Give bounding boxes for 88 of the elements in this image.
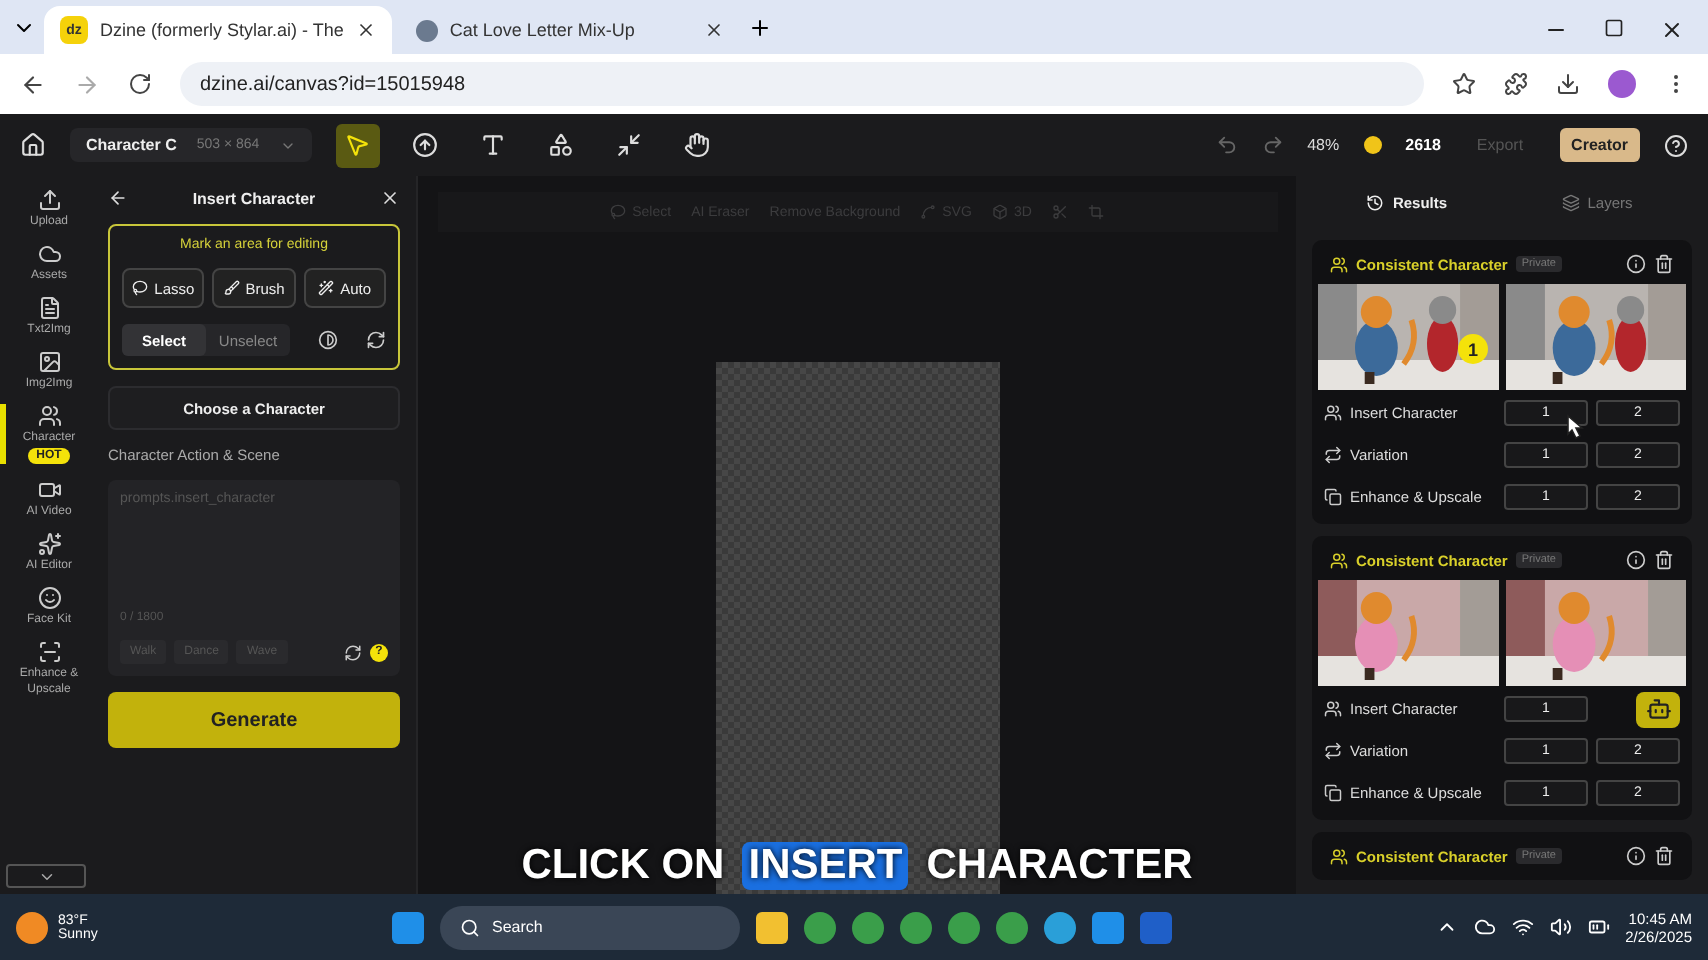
reset-icon[interactable]: [366, 330, 386, 350]
scan-icon: [37, 640, 61, 664]
globe-icon: [415, 19, 438, 41]
pointer-tool[interactable]: [335, 123, 380, 167]
people-icon: [1330, 255, 1348, 273]
text-icon: [480, 132, 507, 158]
info-icon[interactable]: [1626, 254, 1646, 274]
shrink-icon: [616, 132, 643, 158]
upload-icon: [37, 188, 61, 212]
brush-icon: [223, 280, 240, 296]
wand-icon: [318, 280, 335, 296]
info-icon[interactable]: [1626, 550, 1646, 570]
refresh-icon[interactable]: [344, 643, 362, 661]
layers-icon: [1561, 193, 1580, 211]
browser-icon[interactable]: [852, 911, 884, 943]
chat-icon[interactable]: [1636, 691, 1680, 727]
maximize-icon[interactable]: [1604, 18, 1624, 38]
people-icon: [1330, 847, 1348, 865]
start-icon[interactable]: [392, 911, 424, 943]
browser-icon[interactable]: [804, 911, 836, 943]
search-icon: [460, 917, 480, 937]
reload-icon[interactable]: [128, 72, 152, 96]
trash-icon[interactable]: [1654, 846, 1674, 866]
browser-icon[interactable]: [996, 911, 1028, 943]
caption-word: INSERT: [742, 842, 909, 890]
wifi-icon[interactable]: [1511, 916, 1534, 938]
hand-icon: [684, 132, 711, 158]
history-icon: [1366, 193, 1385, 211]
new-tab-icon[interactable]: [747, 15, 772, 39]
back-icon[interactable]: [108, 188, 128, 208]
coin-icon: [1363, 136, 1382, 154]
address-bar[interactable]: dzine.ai/canvas?id=15015948: [180, 62, 1424, 106]
puzzle-icon[interactable]: [1504, 72, 1528, 96]
lasso-icon: [132, 280, 149, 296]
caption-word: CHARACTER: [924, 842, 1195, 890]
app-icon[interactable]: [1092, 911, 1124, 943]
profile-avatar[interactable]: [1608, 70, 1636, 98]
document-icon: [37, 296, 61, 320]
project-name[interactable]: Character C: [86, 136, 177, 154]
caption-word: CLICK ON: [519, 842, 727, 890]
close-icon[interactable]: [1660, 18, 1684, 42]
cursor-icon: [1564, 414, 1584, 442]
close-icon[interactable]: [379, 188, 400, 208]
copy-icon: [1324, 488, 1342, 506]
sparkle-icon: [37, 532, 61, 556]
people-icon: [1330, 551, 1348, 569]
redo-icon[interactable]: [1261, 134, 1284, 156]
close-icon[interactable]: [703, 20, 724, 40]
browser-icon[interactable]: [900, 911, 932, 943]
volume-icon[interactable]: [1549, 916, 1572, 938]
smiley-icon: [37, 586, 61, 610]
info-icon[interactable]: [1626, 846, 1646, 866]
arrows-icon: [1324, 742, 1342, 760]
help-icon[interactable]: [1664, 133, 1688, 157]
people-icon: [1324, 404, 1342, 422]
cloud-icon[interactable]: [1473, 916, 1496, 938]
back-icon[interactable]: [20, 71, 46, 97]
battery-icon[interactable]: [1587, 916, 1610, 938]
people-icon: [37, 404, 61, 428]
copy-icon: [1324, 784, 1342, 802]
video-icon: [37, 478, 61, 502]
generate-button[interactable]: Generate: [108, 692, 400, 748]
trash-icon[interactable]: [1654, 254, 1674, 274]
cloud-icon: [37, 242, 61, 266]
people-icon: [1324, 700, 1342, 718]
plan-button[interactable]: Creator: [1559, 128, 1640, 162]
pointer-icon: [344, 132, 371, 158]
word-icon[interactable]: [1140, 911, 1172, 943]
search-field[interactable]: Search: [440, 905, 740, 949]
panel-title: Insert Character: [192, 189, 316, 207]
upload-icon: [412, 132, 439, 158]
shapes-icon: [548, 132, 575, 158]
download-icon[interactable]: [1556, 72, 1580, 96]
home-icon[interactable]: [20, 132, 46, 158]
undo-icon[interactable]: [1215, 134, 1238, 156]
close-icon[interactable]: [355, 20, 376, 40]
credit-count: 2618: [1405, 136, 1441, 154]
image-icon: [37, 350, 61, 374]
bookmark-icon[interactable]: [1452, 72, 1476, 96]
zoom-level[interactable]: 48%: [1307, 136, 1340, 154]
arrows-icon: [1324, 446, 1342, 464]
folder-icon[interactable]: [756, 911, 788, 943]
weather-icon[interactable]: [16, 911, 48, 943]
trash-icon[interactable]: [1654, 550, 1674, 570]
browser-tab[interactable]: Cat Love Letter Mix-Up: [399, 6, 740, 54]
contrast-icon[interactable]: [318, 330, 338, 350]
telegram-icon[interactable]: [1044, 911, 1076, 943]
browser-icon[interactable]: [948, 911, 980, 943]
